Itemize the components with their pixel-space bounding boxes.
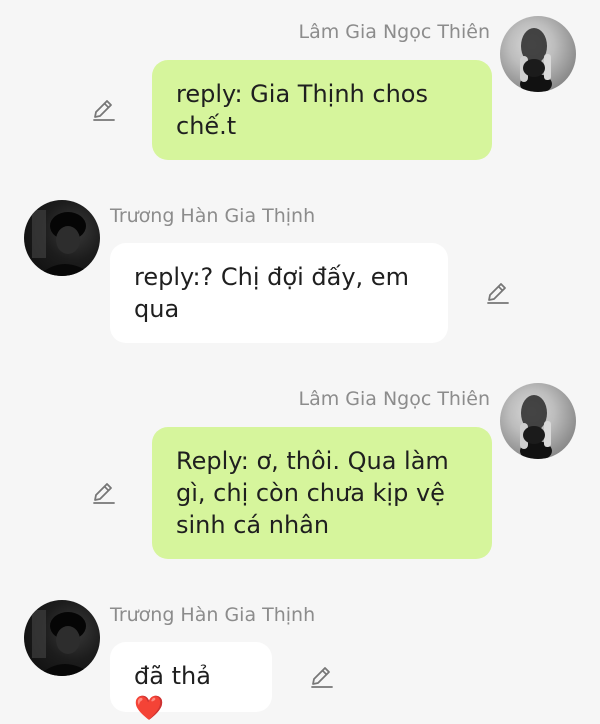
avatar[interactable] <box>24 200 100 276</box>
avatar[interactable] <box>24 600 100 676</box>
message-bubble[interactable]: reply: Gia Thịnh chos chế.t <box>152 60 492 160</box>
message-bubble[interactable]: Reply: ơ, thôi. Qua làm gì, chị còn chưa… <box>152 427 492 559</box>
heart-emoji: ❤️ <box>134 694 164 722</box>
pencil-icon[interactable] <box>90 480 116 506</box>
message-bubble[interactable]: đã thả ❤️ <box>110 642 272 722</box>
sender-name: Trương Hàn Gia Thịnh <box>110 604 316 626</box>
message-text: reply:? Chị đợi đấy, em qua <box>134 263 409 323</box>
avatar[interactable] <box>500 383 576 459</box>
chat-message-incoming: Trương Hàn Gia Thịnh đã thả ❤️ <box>0 590 600 722</box>
pencil-icon[interactable] <box>90 97 116 123</box>
message-text: reply: Gia Thịnh chos chế.t <box>176 80 428 140</box>
sender-name: Lâm Gia Ngọc Thiên <box>298 388 490 410</box>
chat-message-outgoing: Lâm Gia Ngọc Thiên reply: Gia Thịnh chos… <box>0 0 600 170</box>
pencil-icon[interactable] <box>484 280 510 306</box>
chat-message-incoming: Trương Hàn Gia Thịnh reply:? Chị đợi đấy… <box>0 190 600 350</box>
message-bubble[interactable]: reply:? Chị đợi đấy, em qua <box>110 243 448 343</box>
message-text: đã thả <box>134 662 211 690</box>
avatar[interactable] <box>500 16 576 92</box>
chat-message-outgoing: Lâm Gia Ngọc Thiên Reply: ơ, thôi. Qua l… <box>0 370 600 570</box>
sender-name: Trương Hàn Gia Thịnh <box>110 205 316 227</box>
message-text: Reply: ơ, thôi. Qua làm gì, chị còn chưa… <box>176 447 449 539</box>
pencil-icon[interactable] <box>308 664 334 690</box>
sender-name: Lâm Gia Ngọc Thiên <box>298 21 490 43</box>
